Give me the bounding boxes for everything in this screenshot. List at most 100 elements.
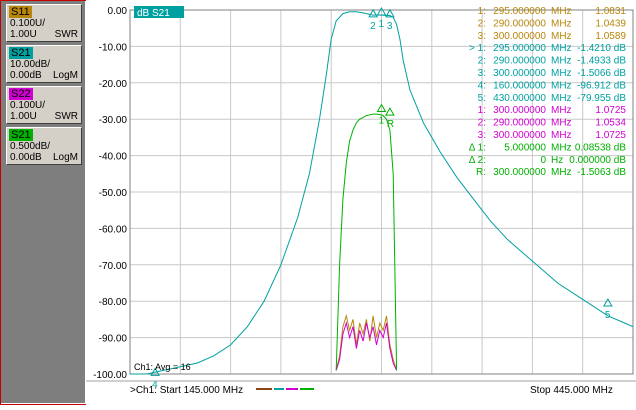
trace-scale: 10.00dB/ — [10, 59, 51, 70]
marker-label: 2 — [370, 21, 376, 32]
trace-format: LogM — [52, 152, 78, 163]
y-tick-label: -60.00 — [99, 224, 128, 235]
marker-row-value: 1.0439 — [595, 18, 626, 29]
marker-row-value: 1.0589 — [595, 31, 626, 42]
trace-scale: 0.100U/ — [10, 18, 46, 29]
trace-ref: 1.00U — [10, 29, 37, 40]
marker-row-unit: MHz — [551, 80, 572, 91]
marker-row-value: -79.955 dB — [577, 93, 626, 104]
marker-row-unit: MHz — [551, 43, 572, 54]
marker-row-value: 1.0534 — [595, 118, 626, 129]
marker-row-unit: MHz — [551, 167, 572, 178]
marker-row-value: -1.4210 dB — [577, 43, 626, 54]
marker-row-id: 3: — [478, 31, 486, 42]
trace-name: S11 — [9, 6, 32, 18]
marker-row-freq: 300.000000 — [493, 167, 546, 178]
active-trace-label: dB S21 — [137, 8, 170, 19]
y-tick-label: -70.00 — [99, 261, 128, 272]
marker-row-id: 1: — [478, 6, 486, 17]
start-frequency[interactable]: >Ch1: Start 145.000 MHz — [130, 385, 243, 396]
marker-row-unit: Hz — [551, 155, 563, 166]
trace-block-s22[interactable]: S22 0.100U/ 1.00U SWR — [6, 86, 82, 124]
sparameter-chart[interactable]: 0.00 -10.00 -20.00 -30.00 -40.00 -50.00 -60.00… — [86, 0, 636, 405]
marker-label: 5 — [605, 310, 611, 321]
marker-triangle — [602, 298, 613, 307]
trace-scale: 0.500dB/ — [10, 141, 51, 152]
trace-ref: 0.00dB — [10, 70, 42, 81]
trace-format: SWR — [54, 111, 78, 122]
stop-frequency[interactable]: Stop 445.000 MHz — [530, 385, 613, 396]
y-tick-label: -80.00 — [99, 297, 128, 308]
marker-row-unit: MHz — [551, 118, 572, 129]
marker-row-value: 1.0725 — [595, 130, 626, 141]
marker-row-unit: MHz — [551, 56, 572, 67]
marker-triangle — [385, 107, 395, 116]
marker-row-freq: 300.000000 — [493, 105, 546, 116]
marker-row-id: 2: — [478, 118, 486, 129]
marker-row-value: 1.0831 — [595, 6, 626, 17]
marker-table: 1: 295.000000 MHz 1.0831 2: 290.000000 MHz 1.04… — [469, 6, 627, 178]
marker-row-id: 4: — [478, 80, 486, 91]
marker-row-id: 3: — [478, 68, 486, 79]
marker-row-value: 0.000000 dB — [569, 155, 626, 166]
marker-row-freq: 430.000000 — [493, 93, 546, 104]
marker-label: 3 — [387, 21, 393, 32]
marker-row-freq: 290.000000 — [493, 18, 546, 29]
marker-row-freq: 290.000000 — [493, 56, 546, 67]
trace-block-s21-fine[interactable]: S21 0.500dB/ 0.00dB LogM — [6, 127, 82, 165]
marker-label: R — [387, 119, 394, 130]
marker-row-id: 3: — [478, 130, 486, 141]
marker-row-freq: 295.000000 — [493, 6, 546, 17]
trace-scale: 0.100U/ — [10, 100, 46, 111]
avg-indicator: Ch1: Avg = 16 — [134, 362, 191, 372]
marker-label: 1 — [379, 115, 385, 126]
marker-row-unit: MHz — [551, 6, 572, 17]
trace-ref: 0.00dB — [10, 152, 42, 163]
y-tick-label: 0.00 — [108, 6, 128, 17]
marker-row-value: -1.5066 dB — [577, 68, 626, 79]
marker-row-value: 0.08538 dB — [575, 142, 626, 153]
marker-row-id: 2: — [478, 56, 486, 67]
y-tick-label: -90.00 — [99, 334, 128, 345]
marker-row-freq: 300.000000 — [493, 130, 546, 141]
plot-area: 0.00 -10.00 -20.00 -30.00 -40.00 -50.00 -60.00… — [86, 0, 636, 405]
marker-row-id: R: — [476, 167, 486, 178]
marker-row-unit: MHz — [551, 142, 572, 153]
marker-row-freq: 300.000000 — [493, 68, 546, 79]
trace-name: S21 — [9, 129, 33, 141]
marker-row-freq: 5.000000 — [504, 142, 546, 153]
y-tick-label: -20.00 — [99, 79, 128, 90]
marker-row-freq: 300.000000 — [493, 31, 546, 42]
marker-row-id: Δ 1: — [469, 142, 486, 153]
y-tick-label: -30.00 — [99, 115, 128, 126]
trace-sidebar: S11 0.100U/ 1.00U SWR S21 10.00dB/ 0.00dB… — [1, 1, 85, 403]
marker-row-id: > 1: — [469, 43, 486, 54]
marker-row-id: Δ 2: — [469, 155, 486, 166]
trace-name: S21 — [9, 47, 33, 59]
marker-row-id: 5: — [478, 93, 486, 104]
marker-row-freq: 295.000000 — [493, 43, 546, 54]
marker-row-unit: MHz — [551, 105, 572, 116]
marker-row-id: 2: — [478, 18, 486, 29]
trace-block-s11[interactable]: S11 0.100U/ 1.00U SWR — [6, 4, 82, 42]
marker-row-value: -96.912 dB — [577, 80, 626, 91]
marker-row-unit: MHz — [551, 93, 572, 104]
marker-row-id: 1: — [478, 105, 486, 116]
y-tick-label: -50.00 — [99, 188, 128, 199]
y-tick-labels: 0.00 -10.00 -20.00 -30.00 -40.00 -50.00 -60.00… — [93, 6, 127, 381]
y-tick-label: -100.00 — [93, 370, 127, 381]
marker-row-value: -1.5063 dB — [577, 167, 626, 178]
trace-format: SWR — [54, 29, 78, 40]
trace-block-s21-logm[interactable]: S21 10.00dB/ 0.00dB LogM — [6, 45, 82, 83]
marker-row-value: -1.4933 dB — [577, 56, 626, 67]
y-tick-label: -40.00 — [99, 152, 128, 163]
marker-row-unit: MHz — [551, 68, 572, 79]
trace-ref: 1.00U — [10, 111, 37, 122]
marker-row-freq: 290.000000 — [493, 118, 546, 129]
trace-name: S22 — [9, 88, 33, 100]
marker-row-unit: MHz — [551, 130, 572, 141]
y-tick-label: -10.00 — [99, 42, 128, 53]
marker-label: 1 — [379, 19, 385, 30]
trace-format: LogM — [52, 70, 78, 81]
marker-row-freq: 0 — [540, 155, 546, 166]
